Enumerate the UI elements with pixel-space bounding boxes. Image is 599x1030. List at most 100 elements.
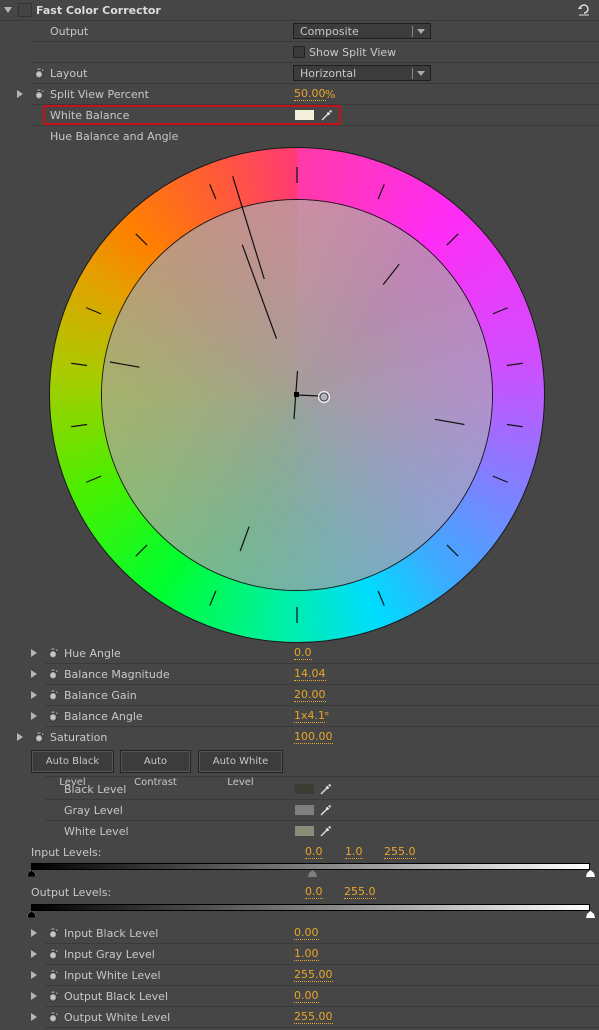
balance-gain-value[interactable]: 20.00 bbox=[294, 689, 326, 702]
input-gray-level-value[interactable]: 1.00 bbox=[294, 948, 319, 961]
stopwatch-icon[interactable] bbox=[48, 970, 58, 981]
output-levels-row: Output Levels: 0.0 255.0 bbox=[0, 882, 599, 903]
balance-disc-tick bbox=[109, 361, 140, 368]
balance-disc-tick bbox=[241, 244, 278, 339]
expand-triangle-icon[interactable] bbox=[31, 992, 37, 1000]
balance-gain-label: Balance Gain bbox=[64, 689, 137, 702]
balance-vector bbox=[296, 394, 321, 397]
expand-triangle-icon[interactable] bbox=[31, 929, 37, 937]
balance-disc-tick bbox=[382, 263, 400, 286]
hue-angle-indicator bbox=[232, 176, 265, 280]
eyedropper-icon[interactable] bbox=[320, 804, 332, 816]
input-black-level-value[interactable]: 0.00 bbox=[294, 927, 319, 940]
auto-buttons-row: Auto Black Level Auto Contrast Auto Whit… bbox=[0, 750, 599, 788]
stopwatch-icon[interactable] bbox=[48, 991, 58, 1002]
balance-disc-tick bbox=[434, 418, 465, 426]
reset-icon[interactable] bbox=[577, 2, 591, 16]
expand-triangle-icon[interactable] bbox=[31, 670, 37, 678]
hue-ring-tick bbox=[135, 544, 148, 557]
output-black-handle[interactable] bbox=[27, 911, 36, 918]
saturation-label: Saturation bbox=[50, 731, 108, 744]
layout-label: Layout bbox=[50, 67, 88, 80]
hue-ring-tick bbox=[506, 423, 523, 428]
stopwatch-icon[interactable] bbox=[48, 949, 58, 960]
hue-angle-value[interactable]: 0.0 bbox=[294, 647, 312, 660]
output-white-value[interactable]: 255.0 bbox=[344, 886, 376, 899]
hue-ring-tick bbox=[209, 590, 217, 606]
stopwatch-icon[interactable] bbox=[48, 1012, 58, 1023]
balance-magnitude: Balance Magnitude 14.04 bbox=[0, 664, 599, 685]
stopwatch-icon[interactable] bbox=[34, 732, 44, 743]
balance-magnitude-value[interactable]: 14.04 bbox=[294, 668, 326, 681]
auto-white-level-button[interactable]: Auto White Level bbox=[198, 750, 283, 788]
hue-ring-tick bbox=[506, 362, 523, 367]
input-white-value[interactable]: 255.0 bbox=[384, 846, 416, 859]
show-split-view-checkbox[interactable] bbox=[293, 46, 305, 58]
saturation-value[interactable]: 100.00 bbox=[294, 731, 333, 744]
hue-ring-tick bbox=[446, 233, 459, 246]
effect-title: Fast Color Corrector bbox=[36, 4, 161, 17]
chevron-down-icon bbox=[417, 71, 425, 76]
input-levels-gradient bbox=[31, 863, 590, 870]
hue-ring-tick bbox=[446, 544, 459, 557]
output-black-level-value[interactable]: 0.00 bbox=[294, 990, 319, 1003]
balance-magnitude-label: Balance Magnitude bbox=[64, 668, 170, 681]
expand-triangle-icon[interactable] bbox=[17, 90, 23, 98]
show-split-view-label: Show Split View bbox=[309, 46, 397, 59]
black-level-swatch[interactable] bbox=[295, 784, 314, 794]
degree-unit: ° bbox=[324, 710, 330, 723]
input-white-handle[interactable] bbox=[586, 870, 595, 877]
output-white-level-label: Output White Level bbox=[64, 1011, 171, 1024]
expand-triangle-icon[interactable] bbox=[31, 971, 37, 979]
balance-angle: Balance Angle 1x4.1 ° bbox=[0, 706, 599, 727]
effect-enable-checkbox[interactable] bbox=[18, 3, 32, 17]
auto-black-level-button[interactable]: Auto Black Level bbox=[31, 750, 114, 788]
split-view-percent-row: Split View Percent 50.00 % bbox=[0, 84, 599, 105]
stopwatch-icon[interactable] bbox=[48, 669, 58, 680]
output-black-level-label: Output Black Level bbox=[64, 990, 169, 1003]
expand-triangle-icon[interactable] bbox=[17, 733, 23, 741]
gray-level: Gray Level bbox=[0, 800, 599, 821]
split-view-percent-value[interactable]: 50.00 bbox=[294, 88, 326, 101]
white-level-swatch[interactable] bbox=[295, 826, 314, 836]
stopwatch-icon[interactable] bbox=[48, 711, 58, 722]
hue-ring-tick bbox=[377, 184, 385, 200]
input-white-level-value[interactable]: 255.00 bbox=[294, 969, 333, 982]
input-black-level-label: Input Black Level bbox=[64, 927, 159, 940]
input-black-handle[interactable] bbox=[27, 870, 36, 877]
auto-contrast-button[interactable]: Auto Contrast bbox=[120, 750, 191, 788]
gray-level-swatch[interactable] bbox=[295, 805, 314, 815]
layout-dropdown[interactable]: Horizontal bbox=[293, 65, 431, 81]
expand-triangle-icon[interactable] bbox=[31, 649, 37, 657]
stopwatch-icon[interactable] bbox=[48, 690, 58, 701]
input-levels-label: Input Levels: bbox=[31, 846, 102, 859]
stopwatch-icon[interactable] bbox=[48, 928, 58, 939]
output-white-handle[interactable] bbox=[586, 911, 595, 918]
output-black-value[interactable]: 0.0 bbox=[305, 886, 323, 899]
balance-angle-value[interactable]: 1x4.1 bbox=[294, 710, 326, 723]
output-black-level: Output Black Level 0.00 bbox=[0, 986, 599, 1007]
input-gray-handle[interactable] bbox=[308, 870, 317, 877]
split-view-row: Show Split View bbox=[0, 42, 599, 63]
collapse-triangle-icon[interactable] bbox=[4, 7, 12, 13]
input-white-level: Input White Level 255.00 bbox=[0, 965, 599, 986]
input-black-value[interactable]: 0.0 bbox=[305, 846, 323, 859]
stopwatch-icon[interactable] bbox=[34, 89, 44, 100]
expand-triangle-icon[interactable] bbox=[31, 950, 37, 958]
color-wheel[interactable] bbox=[49, 147, 545, 643]
stopwatch-icon[interactable] bbox=[48, 648, 58, 659]
hue-ring-tick bbox=[377, 590, 385, 606]
output-white-level-value[interactable]: 255.00 bbox=[294, 1011, 333, 1024]
split-view-percent-label: Split View Percent bbox=[50, 88, 149, 101]
eyedropper-icon[interactable] bbox=[320, 825, 332, 837]
input-gray-value[interactable]: 1.0 bbox=[345, 846, 363, 859]
expand-triangle-icon[interactable] bbox=[31, 712, 37, 720]
stopwatch-icon[interactable] bbox=[34, 68, 44, 79]
hue-angle-label: Hue Angle bbox=[64, 647, 121, 660]
expand-triangle-icon[interactable] bbox=[31, 691, 37, 699]
expand-triangle-icon[interactable] bbox=[31, 1013, 37, 1021]
hue-ring-tick bbox=[209, 184, 217, 200]
output-dropdown[interactable]: Composite bbox=[293, 23, 431, 39]
white-level: White Level bbox=[0, 821, 599, 842]
eyedropper-icon[interactable] bbox=[320, 783, 332, 795]
